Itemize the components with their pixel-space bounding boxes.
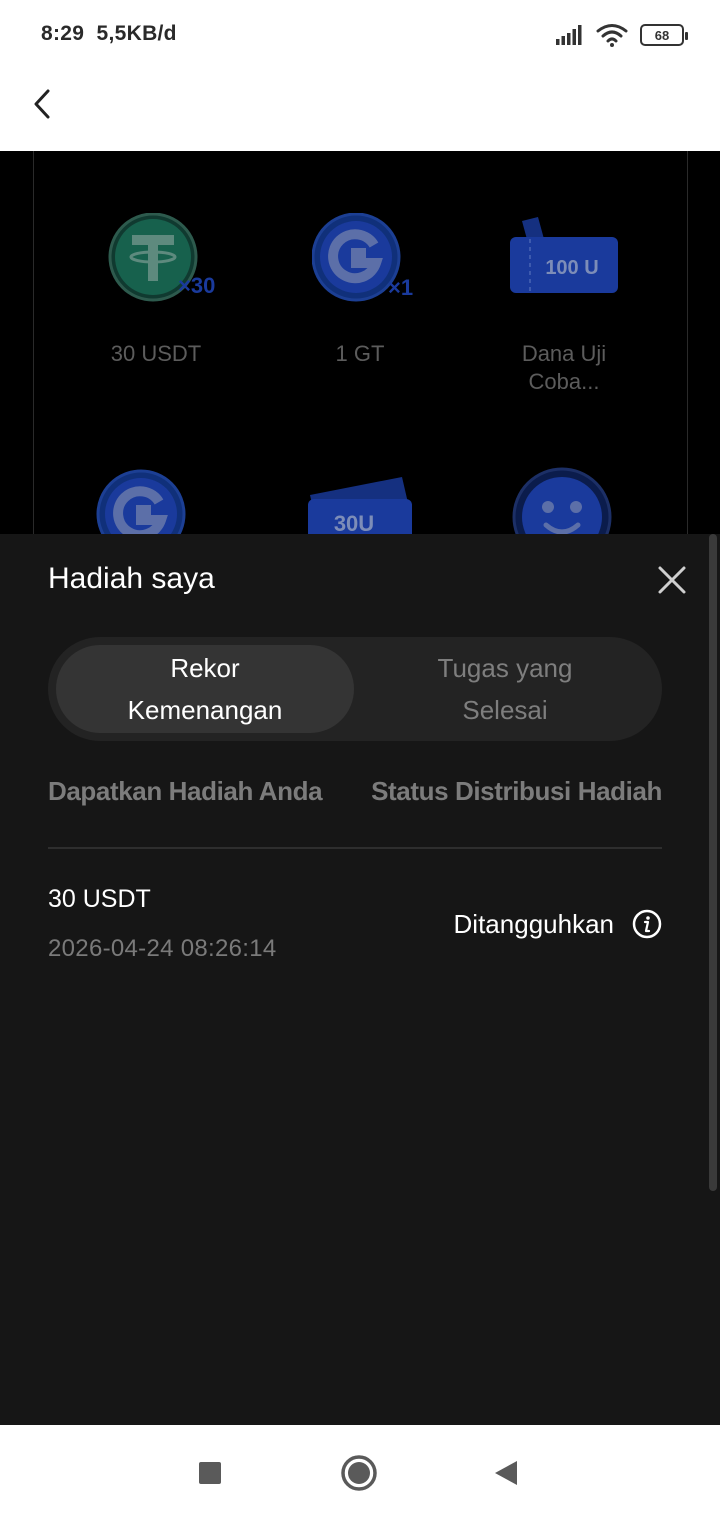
column-header-status: Status Distribusi Hadiah: [371, 776, 662, 806]
record-date: 2026-04-24 08:26:14: [48, 935, 277, 962]
signal-icon: [556, 25, 582, 45]
record-reward: 30 USDT: [48, 885, 151, 913]
status-icons: 68: [554, 22, 688, 48]
reward-label-gt: 1 GT: [335, 341, 385, 366]
status-bar: 8:29 5,5KB/d 68: [0, 0, 720, 70]
reward-label-trial-fund: Dana Uji Coba...: [521, 341, 607, 394]
scrollbar[interactable]: [709, 534, 717, 1191]
close-button[interactable]: [652, 560, 692, 600]
recent-apps-icon: [199, 1462, 221, 1484]
column-headers: Dapatkan Hadiah Anda Status Distribusi H…: [48, 776, 662, 816]
sheet-title: Hadiah saya: [48, 562, 215, 595]
list-item: 30 USDT 2026-04-24 08:26:14 Ditangguhkan: [48, 879, 662, 969]
usdt-coin-icon[interactable]: ×30: [108, 212, 223, 310]
close-icon: [658, 566, 686, 594]
my-rewards-sheet: Hadiah saya Rekor Kemenangan Tugas yang …: [0, 534, 720, 1425]
system-nav-bar: [0, 1425, 720, 1520]
back-button[interactable]: [22, 82, 62, 126]
status-time: 8:29 5,5KB/d: [41, 22, 177, 46]
tab-win-record[interactable]: Rekor Kemenangan: [56, 645, 354, 733]
network-speed-text: 5,5KB/d: [96, 22, 177, 45]
voucher-badge: 100 U: [545, 257, 598, 279]
tab-completed-tasks[interactable]: Tugas yang Selesai: [356, 645, 654, 733]
nav-back-button[interactable]: [486, 1453, 526, 1493]
home-button[interactable]: [339, 1453, 379, 1493]
chevron-left-icon: [34, 89, 50, 119]
voucher-badge-30u: 30U: [334, 511, 374, 534]
clock-text: 8:29: [41, 22, 85, 45]
column-header-reward: Dapatkan Hadiah Anda: [48, 776, 323, 806]
gt-badge: ×1: [388, 275, 413, 300]
info-icon[interactable]: [632, 909, 662, 939]
battery-level: 68: [654, 27, 670, 43]
wifi-icon: [596, 24, 628, 47]
voucher-icon[interactable]: 100 U: [508, 217, 620, 302]
smiley-icon[interactable]: [510, 465, 614, 534]
gt-coin-icon[interactable]: ×1: [311, 212, 422, 310]
usdt-badge: ×30: [178, 273, 215, 298]
rewards-background: ×30 30 USDT ×1 1 GT 100 U Dana Uji Coba.…: [0, 151, 720, 534]
reward-label-usdt: 30 USDT: [110, 341, 202, 366]
divider: [48, 847, 662, 849]
voucher-icon[interactable]: 30U: [306, 473, 412, 534]
recent-apps-button[interactable]: [190, 1453, 230, 1493]
app-header: [0, 70, 720, 151]
back-triangle-icon: [495, 1461, 517, 1485]
home-icon: [341, 1455, 377, 1491]
record-status: Ditangguhkan: [453, 909, 614, 939]
tab-switcher: Rekor Kemenangan Tugas yang Selesai: [48, 637, 662, 741]
gt-coin-icon[interactable]: [96, 469, 188, 534]
battery-icon: 68: [640, 24, 688, 46]
